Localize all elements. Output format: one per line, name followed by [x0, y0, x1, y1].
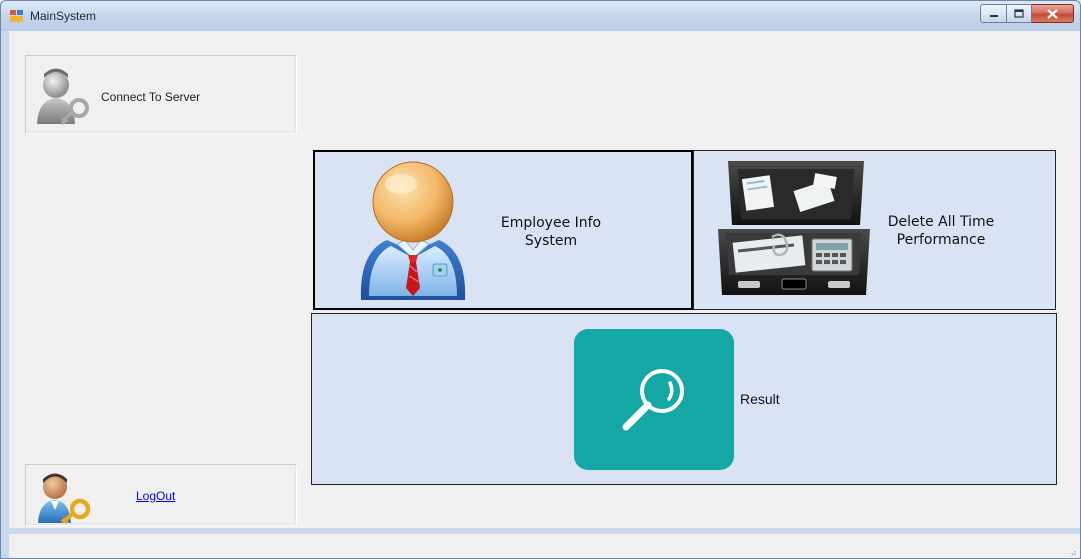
employee-label-line1: Employee Info	[500, 215, 602, 231]
connect-to-server-label: Connect To Server	[101, 90, 201, 104]
maximize-icon	[1014, 9, 1024, 18]
maximize-button[interactable]	[1007, 4, 1032, 23]
employee-avatar-icon	[360, 161, 466, 300]
result-icon-box	[574, 329, 734, 470]
employee-info-system-label: Employee Info System	[491, 214, 611, 250]
delete-all-time-performance-tile[interactable]: Delete All Time Performance	[693, 150, 1056, 310]
window-controls	[980, 4, 1074, 23]
delete-label-line2: Performance	[896, 232, 986, 248]
app-window-icon	[10, 10, 23, 22]
window-title: MainSystem	[30, 9, 97, 23]
status-bar: ⣠	[9, 533, 1080, 558]
magnifier-icon	[622, 369, 684, 431]
minimize-button[interactable]	[980, 4, 1007, 23]
title-bar[interactable]: MainSystem	[1, 1, 1080, 31]
employee-label-line2: System	[524, 233, 578, 249]
user-key-icon	[37, 68, 89, 125]
close-button[interactable]	[1032, 4, 1074, 23]
connect-to-server-button[interactable]: Connect To Server	[25, 55, 297, 134]
delete-label-line1: Delete All Time	[887, 214, 995, 230]
main-content: Connect To Server LogOut Employee Info S…	[9, 31, 1080, 528]
logout-button[interactable]: LogOut	[25, 464, 297, 526]
result-label: Result	[740, 391, 780, 407]
minimize-icon	[989, 14, 998, 17]
close-icon	[1047, 8, 1058, 19]
delete-all-time-performance-label: Delete All Time Performance	[866, 213, 1016, 249]
logout-link[interactable]: LogOut	[136, 489, 175, 503]
user-key-icon	[38, 473, 91, 524]
resize-grip-icon[interactable]: ⣠	[1070, 545, 1077, 556]
result-tile[interactable]: Result	[311, 313, 1057, 485]
briefcase-icon	[718, 161, 870, 295]
employee-info-system-tile[interactable]: Employee Info System	[313, 150, 693, 310]
main-window: MainSystem Connect To Server LogOut Empl…	[0, 0, 1081, 559]
